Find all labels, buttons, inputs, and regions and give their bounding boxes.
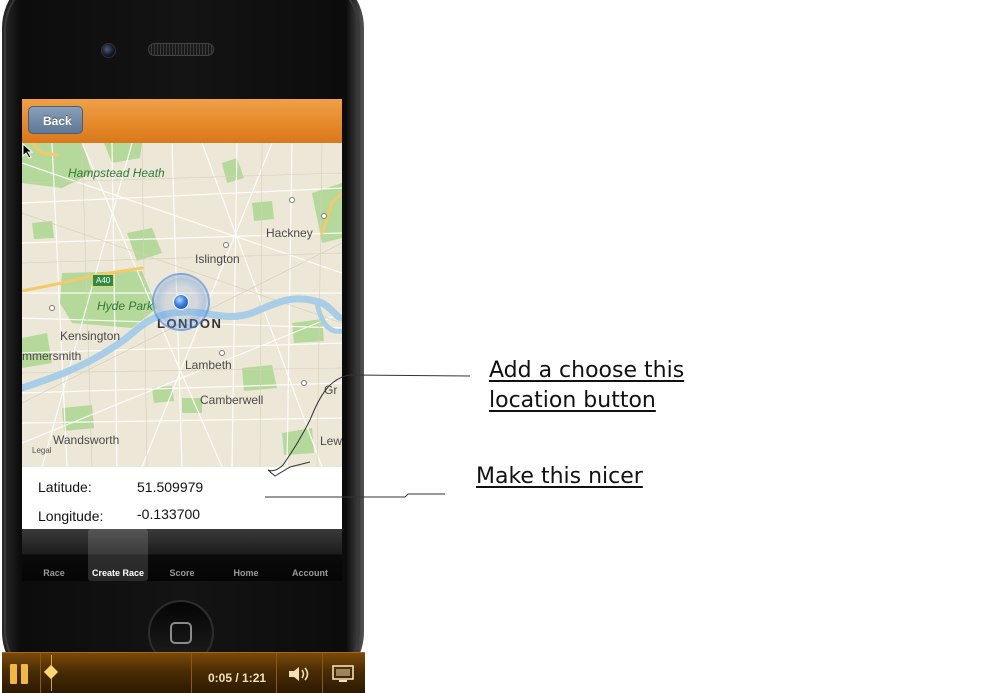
annotation-pointer-lines <box>265 374 471 498</box>
annotation-choose-location-line2: location button <box>489 388 656 413</box>
annotation-choose-location: Add a choose this location button <box>489 356 684 416</box>
annotation-choose-location-line1: Add a choose this <box>489 358 685 383</box>
annotation-make-nicer: Make this nicer <box>476 464 643 489</box>
